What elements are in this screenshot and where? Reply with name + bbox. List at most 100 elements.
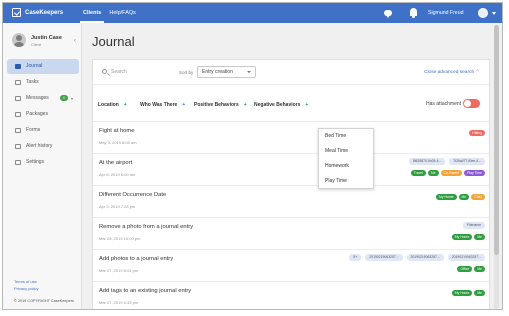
filter-label: Location <box>98 102 119 108</box>
entry-title[interactable]: Fight at home <box>99 128 134 134</box>
sidebar-item-label: Alert history <box>26 143 53 149</box>
packages-icon <box>15 112 21 117</box>
tag-badge: Me <box>474 266 485 272</box>
tag-badge: Me <box>474 290 485 296</box>
advanced-filters: Location + Who Was There + Positive Behavi… <box>93 86 489 122</box>
dropdown-item-homework[interactable]: Homework <box>319 159 373 174</box>
tag-badge: Office <box>457 266 473 272</box>
attachment-list: 8f625870-9c05-4... 7f26a077-f0ee-4... <box>405 158 485 165</box>
plus-icon[interactable]: + <box>244 102 247 108</box>
tag-list: My Home Me Child <box>434 194 485 200</box>
entry-title[interactable]: Different Occurrence Date <box>99 192 166 198</box>
plus-icon[interactable]: + <box>305 102 308 108</box>
logo[interactable]: CaseKeepers <box>12 8 63 17</box>
forms-icon <box>15 128 21 133</box>
bell-icon[interactable] <box>410 8 417 18</box>
entry-title[interactable]: Remove a photo from a journal entry <box>99 224 193 230</box>
sidebar-nav: Journal Tasks Messages 0 ▾ Packages Form… <box>7 59 79 171</box>
user-avatar[interactable] <box>478 8 488 18</box>
has-attachment-label: Has attachment <box>426 101 462 107</box>
journal-icon <box>15 64 21 69</box>
tasks-icon <box>15 80 21 85</box>
chevron-down-icon[interactable] <box>492 12 496 15</box>
dropdown-item-bed-time[interactable]: Bed Time <box>319 129 373 144</box>
attachment-chip[interactable]: 5+ <box>349 254 362 261</box>
attachment-chip[interactable]: 8f625870-9c05-4... <box>408 158 446 165</box>
entry-date: Apr 3, 2019 7:28 pm <box>99 204 136 209</box>
search-input[interactable] <box>111 67 171 77</box>
chat-icon[interactable] <box>384 10 392 18</box>
close-advanced-search-link[interactable]: Close advanced search ⌃ <box>424 70 480 75</box>
tag-list: Office Me <box>455 266 485 272</box>
journal-entry[interactable]: Different Occurrence Date Apr 3, 2019 7:2… <box>93 186 489 218</box>
messages-icon <box>15 96 21 101</box>
plus-icon[interactable]: + <box>124 102 127 108</box>
entry-title[interactable]: Add tags to an existing journal entry <box>99 288 191 294</box>
entry-title[interactable]: Add photos to a journal entry <box>99 256 173 262</box>
filter-who-was-there[interactable]: Who Was There + <box>140 102 185 108</box>
sort-select[interactable]: Entry creation <box>197 66 256 78</box>
nav-clients[interactable]: Clients <box>80 3 105 23</box>
sidebar: Justin Case Client ‹ Journal Tasks Messa… <box>3 23 82 309</box>
journal-entry[interactable]: At the airport Apr 8, 2019 6:00 am 8f62587… <box>93 154 489 186</box>
avatar <box>12 33 26 47</box>
dropdown-item-meal-time[interactable]: Meal Time <box>319 144 373 159</box>
sidebar-item-alert-history[interactable]: Alert history <box>7 139 79 154</box>
sidebar-item-journal[interactable]: Journal <box>7 59 79 74</box>
sidebar-item-settings[interactable]: Settings <box>7 155 79 170</box>
attachment-chip[interactable]: 20190219063257... <box>365 254 403 261</box>
attachment-chip[interactable]: 20190219063257... <box>406 254 444 261</box>
tag-badge: Hitting <box>469 130 485 136</box>
entry-title[interactable]: At the airport <box>99 160 132 166</box>
journal-entry[interactable]: Remove a photo from a journal entry Mar 2… <box>93 218 489 250</box>
chevron-left-icon[interactable]: ‹ <box>74 38 76 44</box>
journal-entry[interactable]: Fight at home May 3, 2019 8:09 am Hitting <box>93 122 489 154</box>
entry-date: Mar 28, 2019 10:00 pm <box>99 236 141 241</box>
plus-icon[interactable]: + <box>182 102 185 108</box>
chevron-down-icon[interactable]: ▾ <box>71 91 73 106</box>
sidebar-item-label: Messages <box>26 95 49 101</box>
attachment-chip[interactable]: 7f26a077-f0ee-4... <box>449 158 485 165</box>
tag-badge: Play Time <box>464 170 485 176</box>
tag-badge: My Home <box>436 194 457 200</box>
privacy-policy-link[interactable]: Privacy policy <box>14 285 38 292</box>
sidebar-item-tasks[interactable]: Tasks <box>7 75 79 90</box>
dropdown-item-play-time[interactable]: Play Time <box>319 174 373 189</box>
tag-badge: My Home <box>451 234 473 240</box>
attachment-chip[interactable]: Filename <box>463 222 485 229</box>
filter-positive-behaviors[interactable]: Positive Behaviors + <box>194 102 247 108</box>
negative-behaviors-dropdown: Bed Time Meal Time Homework Play Time <box>318 128 374 189</box>
chevron-down-icon <box>247 71 251 73</box>
entry-date: May 3, 2019 8:09 am <box>99 140 137 145</box>
sidebar-item-label: Forms <box>26 127 41 133</box>
tag-badge: Me <box>427 170 439 176</box>
sidebar-item-packages[interactable]: Packages <box>7 107 79 122</box>
tag-badge: My Home <box>451 290 473 296</box>
attachment-list: 5+ 20190219063257... 20190219063257... 2019… <box>345 254 485 261</box>
filter-label: Who Was There <box>140 102 178 108</box>
filter-negative-behaviors[interactable]: Negative Behaviors + <box>254 102 308 108</box>
journal-entry[interactable]: Add tags to an existing journal entry Mar… <box>93 282 489 309</box>
journal-card: Sort by Entry creation Close advanced se… <box>92 59 490 309</box>
nav-help-faqs[interactable]: Help/FAQs <box>106 3 139 23</box>
sidebar-item-forms[interactable]: Forms <box>7 123 79 138</box>
attachment-chip[interactable]: 20190219063257... <box>447 254 485 261</box>
close-advanced-search-label: Close advanced search <box>424 70 475 75</box>
scrollbar[interactable] <box>494 25 499 309</box>
top-nav: Clients Help/FAQs <box>80 3 141 23</box>
client-role: Client <box>31 42 42 47</box>
gear-icon <box>15 160 21 165</box>
filter-location[interactable]: Location + <box>98 102 127 108</box>
has-attachment-toggle[interactable] <box>463 99 480 108</box>
sidebar-item-messages[interactable]: Messages 0 ▾ <box>7 91 79 106</box>
journal-entry-list: Fight at home May 3, 2019 8:09 am Hitting A… <box>93 122 489 309</box>
terms-of-use-link[interactable]: Terms of use <box>14 278 38 285</box>
tag-list: Hitting <box>467 130 485 136</box>
search-row: Sort by Entry creation Close advanced se… <box>93 60 489 85</box>
user-name[interactable]: Sigmund Freud <box>428 3 463 23</box>
scrollbar-thumb[interactable] <box>494 25 499 255</box>
copyright: © 2019 COPYRIGHT CaseKeepers <box>14 299 74 303</box>
journal-entry[interactable]: Add photos to a journal entry Mar 27, 201… <box>93 250 489 282</box>
app-window: CaseKeepers Clients Help/FAQs Sigmund Fr… <box>2 2 503 310</box>
sidebar-item-label: Tasks <box>26 79 39 85</box>
